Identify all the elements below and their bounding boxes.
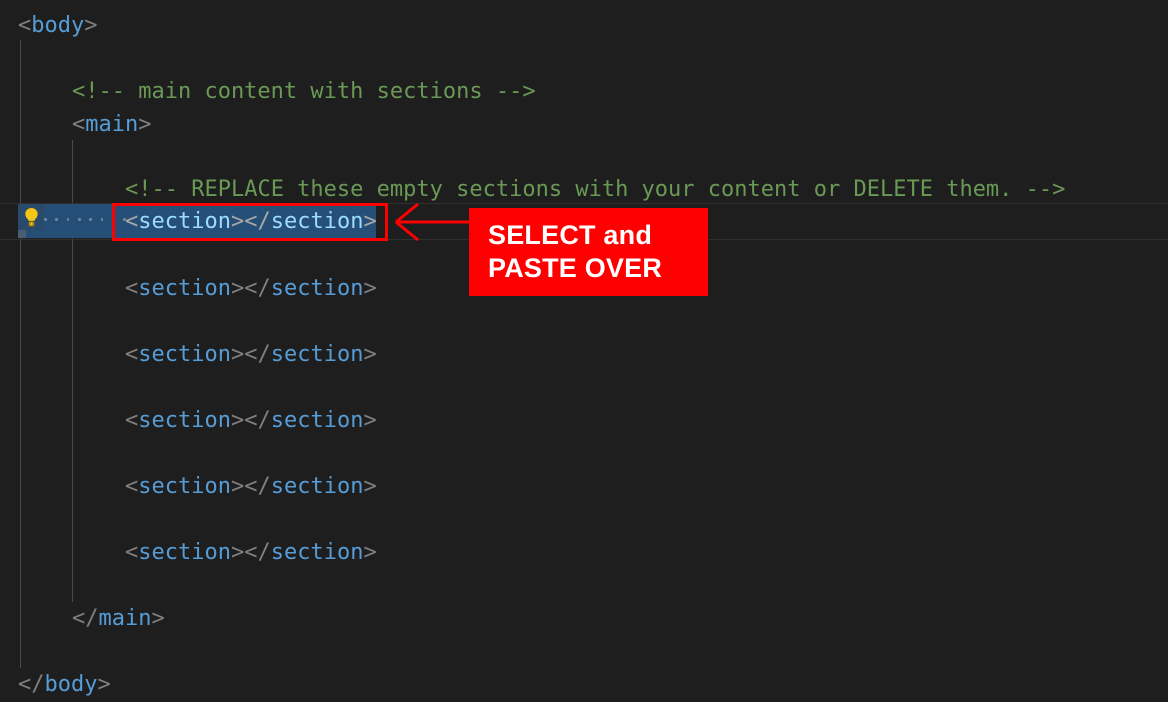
selected-code-token-tag: section	[270, 209, 364, 234]
code-token-punc: <	[125, 342, 139, 367]
annotation-line-1: SELECT and	[488, 220, 653, 250]
code-token-punc: ></	[230, 474, 271, 499]
code-editor-surface[interactable]: <body> <!-- main content with sections --…	[0, 0, 1168, 702]
selected-code-token-tag: section	[138, 209, 231, 234]
whitespace-dot	[112, 218, 115, 221]
code-token-punc: >	[138, 112, 152, 137]
code-line[interactable]: </main>	[0, 602, 1168, 635]
code-token-punc: ></	[230, 276, 271, 301]
code-line[interactable]: <!-- main content with sections -->	[0, 75, 1168, 108]
code-token-punc: >	[363, 540, 377, 565]
code-token-punc: </	[72, 606, 99, 631]
code-line-text: </main>	[72, 602, 165, 635]
selected-code-token-punc: >	[363, 209, 377, 234]
code-token-tag: section	[270, 276, 364, 301]
code-line-text: <section></section>	[125, 404, 377, 437]
annotation-callout-label: SELECT and PASTE OVER	[469, 208, 708, 296]
code-line-text: <section></section>	[125, 272, 377, 305]
selection-left-edge-marker	[18, 229, 26, 238]
code-token-tag: body	[31, 13, 85, 38]
code-token-punc: </	[18, 672, 45, 697]
annotation-arrow-left-icon	[395, 202, 476, 242]
selected-code-text[interactable]: < section ></section >	[125, 203, 377, 240]
code-token-tag: main	[85, 112, 139, 137]
code-line[interactable]: <body>	[0, 9, 1168, 42]
code-token-punc: >	[151, 606, 165, 631]
code-token-tag: section	[138, 276, 231, 301]
whitespace-dot	[44, 218, 47, 221]
annotation-line-2: PASTE OVER	[488, 253, 663, 283]
code-token-tag: body	[44, 672, 98, 697]
whitespace-dot	[55, 218, 58, 221]
code-line[interactable]: <section></section>	[0, 338, 1168, 371]
code-token-tag: section	[270, 540, 364, 565]
code-token-punc: >	[363, 408, 377, 433]
code-line-text: <main>	[72, 108, 151, 141]
code-line[interactable]: </body>	[0, 668, 1168, 701]
code-token-comment: <!-- REPLACE these empty sections with y…	[125, 177, 1066, 202]
code-token-comment: <!-- main content with sections -->	[72, 79, 536, 104]
code-token-punc: <	[125, 276, 139, 301]
code-line-text: <body>	[18, 9, 97, 42]
code-token-punc: >	[97, 672, 111, 697]
whitespace-dot	[100, 218, 104, 221]
lightbulb-icon[interactable]	[18, 204, 44, 230]
code-token-tag: section	[270, 408, 364, 433]
code-token-tag: section	[138, 342, 231, 367]
code-token-tag: main	[98, 606, 152, 631]
code-line-text: <!-- main content with sections -->	[72, 75, 536, 108]
code-line-text: <!-- REPLACE these empty sections with y…	[125, 173, 1065, 206]
whitespace-dot	[78, 218, 81, 221]
code-token-tag: section	[270, 342, 364, 367]
code-token-tag: section	[138, 408, 231, 433]
code-token-punc: <	[72, 112, 86, 137]
code-line-text: <section></section>	[125, 338, 377, 371]
code-line[interactable]: <section></section>	[0, 536, 1168, 569]
code-token-punc: <	[18, 13, 32, 38]
whitespace-dot	[66, 218, 70, 221]
code-token-tag: section	[138, 474, 231, 499]
selected-code-token-punc: ></	[230, 209, 271, 234]
code-line[interactable]: <!-- REPLACE these empty sections with y…	[0, 173, 1168, 206]
code-line[interactable]: <section></section>	[0, 404, 1168, 437]
code-token-punc: <	[125, 408, 139, 433]
code-line-text: <section></section>	[125, 470, 377, 503]
code-token-punc: ></	[230, 342, 271, 367]
selected-code-token-punc: <	[125, 209, 139, 234]
code-line[interactable]: <main>	[0, 108, 1168, 141]
code-line-text: </body>	[18, 668, 111, 701]
code-token-punc: ></	[230, 540, 271, 565]
code-line[interactable]: <section></section>	[0, 470, 1168, 503]
code-token-punc: ></	[230, 408, 271, 433]
code-line-text: <section></section>	[125, 536, 377, 569]
code-token-punc: >	[363, 474, 377, 499]
code-token-punc: <	[125, 474, 139, 499]
code-token-tag: section	[138, 540, 231, 565]
code-token-punc: >	[363, 276, 377, 301]
code-token-punc: >	[84, 13, 98, 38]
code-token-punc: >	[363, 342, 377, 367]
code-token-punc: <	[125, 540, 139, 565]
whitespace-indicator-dots	[44, 204, 126, 235]
code-token-tag: section	[270, 474, 364, 499]
whitespace-dot	[89, 218, 92, 221]
